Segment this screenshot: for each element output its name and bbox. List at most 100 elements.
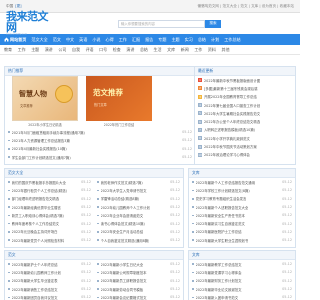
nav-item[interactable]: 范文大全 bbox=[31, 37, 47, 43]
banner-2-caption[interactable]: 2022年热门工作总结 bbox=[86, 122, 152, 127]
list-item[interactable]: 新员工入职培训心得体会(精选7篇) 05-12 bbox=[5, 211, 94, 219]
list-item[interactable]: 2021年4月最新社会实践报告(10篇) 05-12 bbox=[5, 145, 195, 153]
list-item[interactable]: 3 开展2022年全国教育督导工作总结 bbox=[195, 93, 295, 101]
subnav-item[interactable]: 总结 bbox=[140, 47, 148, 53]
banner-card-1[interactable]: 智慧人物 文章推荐 bbox=[12, 76, 78, 121]
list-item[interactable]: 读书心得体会范文(精选10篇) 05-12 bbox=[94, 219, 183, 227]
subnav-item[interactable]: 新闻 bbox=[181, 47, 189, 53]
list-item[interactable]: 2022年最新毕业论文致谢范文 05-12 bbox=[189, 285, 295, 293]
subnav-item[interactable]: 公司 bbox=[58, 47, 66, 53]
list-item[interactable]: 党史学习教育专题组织生活会发言 05-12 bbox=[189, 195, 295, 203]
list-item[interactable]: 学雷锋活动总结(精选8篇) 05-12 bbox=[94, 195, 183, 203]
nav-item[interactable]: 报告 bbox=[145, 37, 153, 43]
subnav-item[interactable]: 资料 bbox=[208, 47, 216, 53]
subnav-item[interactable]: 演讲 bbox=[45, 47, 53, 53]
list-item[interactable]: 2022年最新员工辞职报告范文 05-12 bbox=[94, 277, 183, 285]
subnav-item[interactable]: 生活 bbox=[154, 47, 162, 53]
top-links[interactable]: 懒骆吨范文网 | 范文大全 | 范文 | 文库 | 设为首页 | 收藏本站 bbox=[197, 4, 294, 9]
nav-home[interactable]: 网站首页 bbox=[4, 37, 26, 43]
nav-item[interactable]: 主题 bbox=[171, 37, 179, 43]
list-item[interactable]: 2022年最新入团申请书范文 05-12 bbox=[189, 293, 295, 300]
list-item[interactable]: 6 2022年办公室个人年终总结范文精选 bbox=[195, 117, 295, 125]
list-item[interactable]: 2022年最新销售工作总结范文 05-12 bbox=[5, 285, 94, 293]
list-item[interactable]: 2022年幼儿园教师个人工作计划 05-12 bbox=[94, 203, 183, 211]
list-item[interactable]: 2022年最新经典优秀毕业生赠言 05-12 bbox=[5, 203, 94, 211]
list-item[interactable]: 2022年最新会议纪要格式范文 05-12 bbox=[94, 293, 183, 300]
list-item[interactable]: 8 2022年小学开学典礼致辞范文 bbox=[195, 134, 295, 142]
subnav-item[interactable]: 检查 bbox=[113, 47, 121, 53]
list-item-date: 05-12 bbox=[282, 262, 292, 267]
nav-item[interactable]: 工作总结 bbox=[224, 37, 240, 43]
change-region-link[interactable]: [更] bbox=[15, 4, 21, 9]
list-item[interactable]: 2022年最新安全生产责任书范本 05-12 bbox=[189, 211, 295, 219]
list-item[interactable]: 学生会部门工作计划精选范文(通用7篇) 05-12 bbox=[5, 153, 195, 161]
list-item[interactable]: 2022年最新个人工作总结报告范文通用 05-12 bbox=[189, 178, 295, 186]
list-item[interactable]: 2022年大学生入党申请书范文 05-12 bbox=[94, 186, 183, 194]
secondary-nav: 教育 工作 主题 演讲 公司 自我 评语 口号 检查 演讲 总结 生活 文库 新闻 工作 资料 其他 bbox=[0, 45, 300, 55]
list-item[interactable]: 2022年最新大学生职业生涯规划书 05-12 bbox=[189, 236, 295, 244]
list-item[interactable]: 7 入职转正述职报告模板(精选10篇) bbox=[195, 126, 295, 134]
subnav-item[interactable]: 主题 bbox=[31, 47, 39, 53]
nav-item[interactable]: 计划 bbox=[211, 37, 219, 43]
banner-1-subtitle: 文章推荐 bbox=[20, 104, 33, 108]
list-item[interactable]: 教师年度考核个人工作总结范文 05-12 bbox=[5, 219, 94, 227]
nav-item[interactable]: 实习 bbox=[185, 37, 193, 43]
subnav-item[interactable]: 自我 bbox=[72, 47, 80, 53]
list-item[interactable]: 2022年最新大学生毕业鉴定表 05-12 bbox=[5, 277, 94, 285]
subnav-item[interactable]: 演讲 bbox=[126, 47, 134, 53]
list-item[interactable]: 2021年5月门面租赁租用手续办事流程(通用7篇) 05-12 bbox=[5, 128, 195, 136]
list-item[interactable]: 2022年最新医院护士工作总结 05-12 bbox=[189, 228, 295, 236]
list-item[interactable]: 2022年最新幼儿园教师工作计划 05-12 bbox=[5, 268, 94, 276]
list-item[interactable]: 1 2022年最新中秋节黑板报版面设计图 bbox=[195, 76, 295, 84]
list-item[interactable]: 2021年人力资源管理工作总结报告3篇 05-12 bbox=[5, 136, 195, 144]
subnav-item[interactable]: 工作 bbox=[18, 47, 26, 53]
subnav-item[interactable]: 文库 bbox=[167, 47, 175, 53]
banner-card-2[interactable]: 范文推荐 热门文章 bbox=[86, 76, 152, 121]
subnav-item[interactable]: 评语 bbox=[86, 47, 94, 53]
nav-item[interactable]: 心得 bbox=[106, 37, 114, 43]
list-item[interactable]: 2022年最新公司规章制度范本 05-12 bbox=[94, 268, 183, 276]
subnav-item[interactable]: 教育 bbox=[4, 47, 12, 53]
list-item[interactable]: 2022年最新实习生自我鉴定范文 05-12 bbox=[189, 219, 295, 227]
subnav-item[interactable]: 工作 bbox=[194, 47, 202, 53]
nav-item[interactable]: 英语 bbox=[79, 37, 87, 43]
list-item[interactable]: 2022年最新小学生日记大全 05-12 bbox=[94, 260, 183, 268]
nav-item[interactable]: 中文 bbox=[66, 37, 74, 43]
list-item[interactable]: 2022年最新党课学习心得体会 05-12 bbox=[189, 268, 295, 276]
search-input[interactable]: 输入你想要搜索的内容 bbox=[118, 19, 205, 28]
list-item[interactable]: 2022年学校工作计划精选范文(8篇) 05-12 bbox=[189, 186, 295, 194]
nav-item[interactable]: 总结 bbox=[198, 37, 206, 43]
list-item[interactable]: 我的老师作文范文(精选7篇) 05-12 bbox=[94, 178, 183, 186]
nav-item[interactable]: 汇报 bbox=[132, 37, 140, 43]
list-item[interactable]: 2022年最新党员个人对照检查材料 05-12 bbox=[5, 236, 94, 244]
list-item[interactable]: 2022年安全生产月活动总结 05-12 bbox=[94, 228, 183, 236]
list-item[interactable]: 5 2022年大学生暑期社会实践报告范文 bbox=[195, 109, 295, 117]
search-button[interactable]: 搜索 bbox=[205, 19, 221, 28]
list-item[interactable]: 2 [多图]最新第十三届冬残奥会观后感 bbox=[195, 84, 295, 92]
list-item[interactable]: 我们的国庆节黑板报手抄报图片大全 05-12 bbox=[5, 178, 94, 186]
list-item[interactable]: 2022年最新个人述职报告范文大全 05-12 bbox=[189, 203, 295, 211]
list-item[interactable]: 2022年最新财务工作计划范文 05-12 bbox=[189, 277, 295, 285]
list-item[interactable]: 2022年银行柜员个人工作总结(精选) 05-12 bbox=[5, 186, 94, 194]
list-item[interactable]: 个人自我鉴定范文精选(通用8篇) 05-12 bbox=[94, 236, 183, 244]
list-item[interactable]: 10 2022年政治理论学习心得体会 bbox=[195, 151, 295, 159]
subnav-item[interactable]: 其他 bbox=[222, 47, 230, 53]
list-item[interactable]: 2022年最新团员自我评议范文 05-12 bbox=[5, 293, 94, 300]
site-logo[interactable]: 我来范文网 www.wolaifw.com bbox=[6, 11, 50, 36]
list-item[interactable]: 2022年最新劳动合同书模板 05-12 bbox=[94, 285, 183, 293]
list-item[interactable]: 2022年最新教学工作总结范文 05-12 bbox=[189, 260, 295, 268]
list-item[interactable]: 2022年企业年会邀请函范文 05-12 bbox=[94, 211, 183, 219]
subnav-item[interactable]: 口号 bbox=[99, 47, 107, 53]
nav-item[interactable]: 小说 bbox=[92, 37, 100, 43]
bullet-icon bbox=[192, 263, 194, 265]
nav-item[interactable]: 范文 bbox=[53, 37, 61, 43]
nav-item[interactable]: 专题 bbox=[158, 37, 166, 43]
list-item[interactable]: 部门经理年终述职报告范文精选 05-12 bbox=[5, 195, 94, 203]
list-item[interactable]: 9 2022年中秋节国庆节活动策划方案 bbox=[195, 142, 295, 150]
banner-1-caption[interactable]: 2022年小学生日记精选 bbox=[12, 122, 78, 127]
list-item-title: 2022年学校工作计划精选范文(8篇) bbox=[195, 188, 250, 193]
list-item[interactable]: 2022年最新护士个人年终总结 05-12 bbox=[5, 260, 94, 268]
nav-item[interactable]: 工作 bbox=[119, 37, 127, 43]
list-item[interactable]: 2022年元旦晚会主持词开场白 05-12 bbox=[5, 228, 94, 236]
list-item[interactable]: 4 2022年第七届全国人口普查工作计划 bbox=[195, 101, 295, 109]
